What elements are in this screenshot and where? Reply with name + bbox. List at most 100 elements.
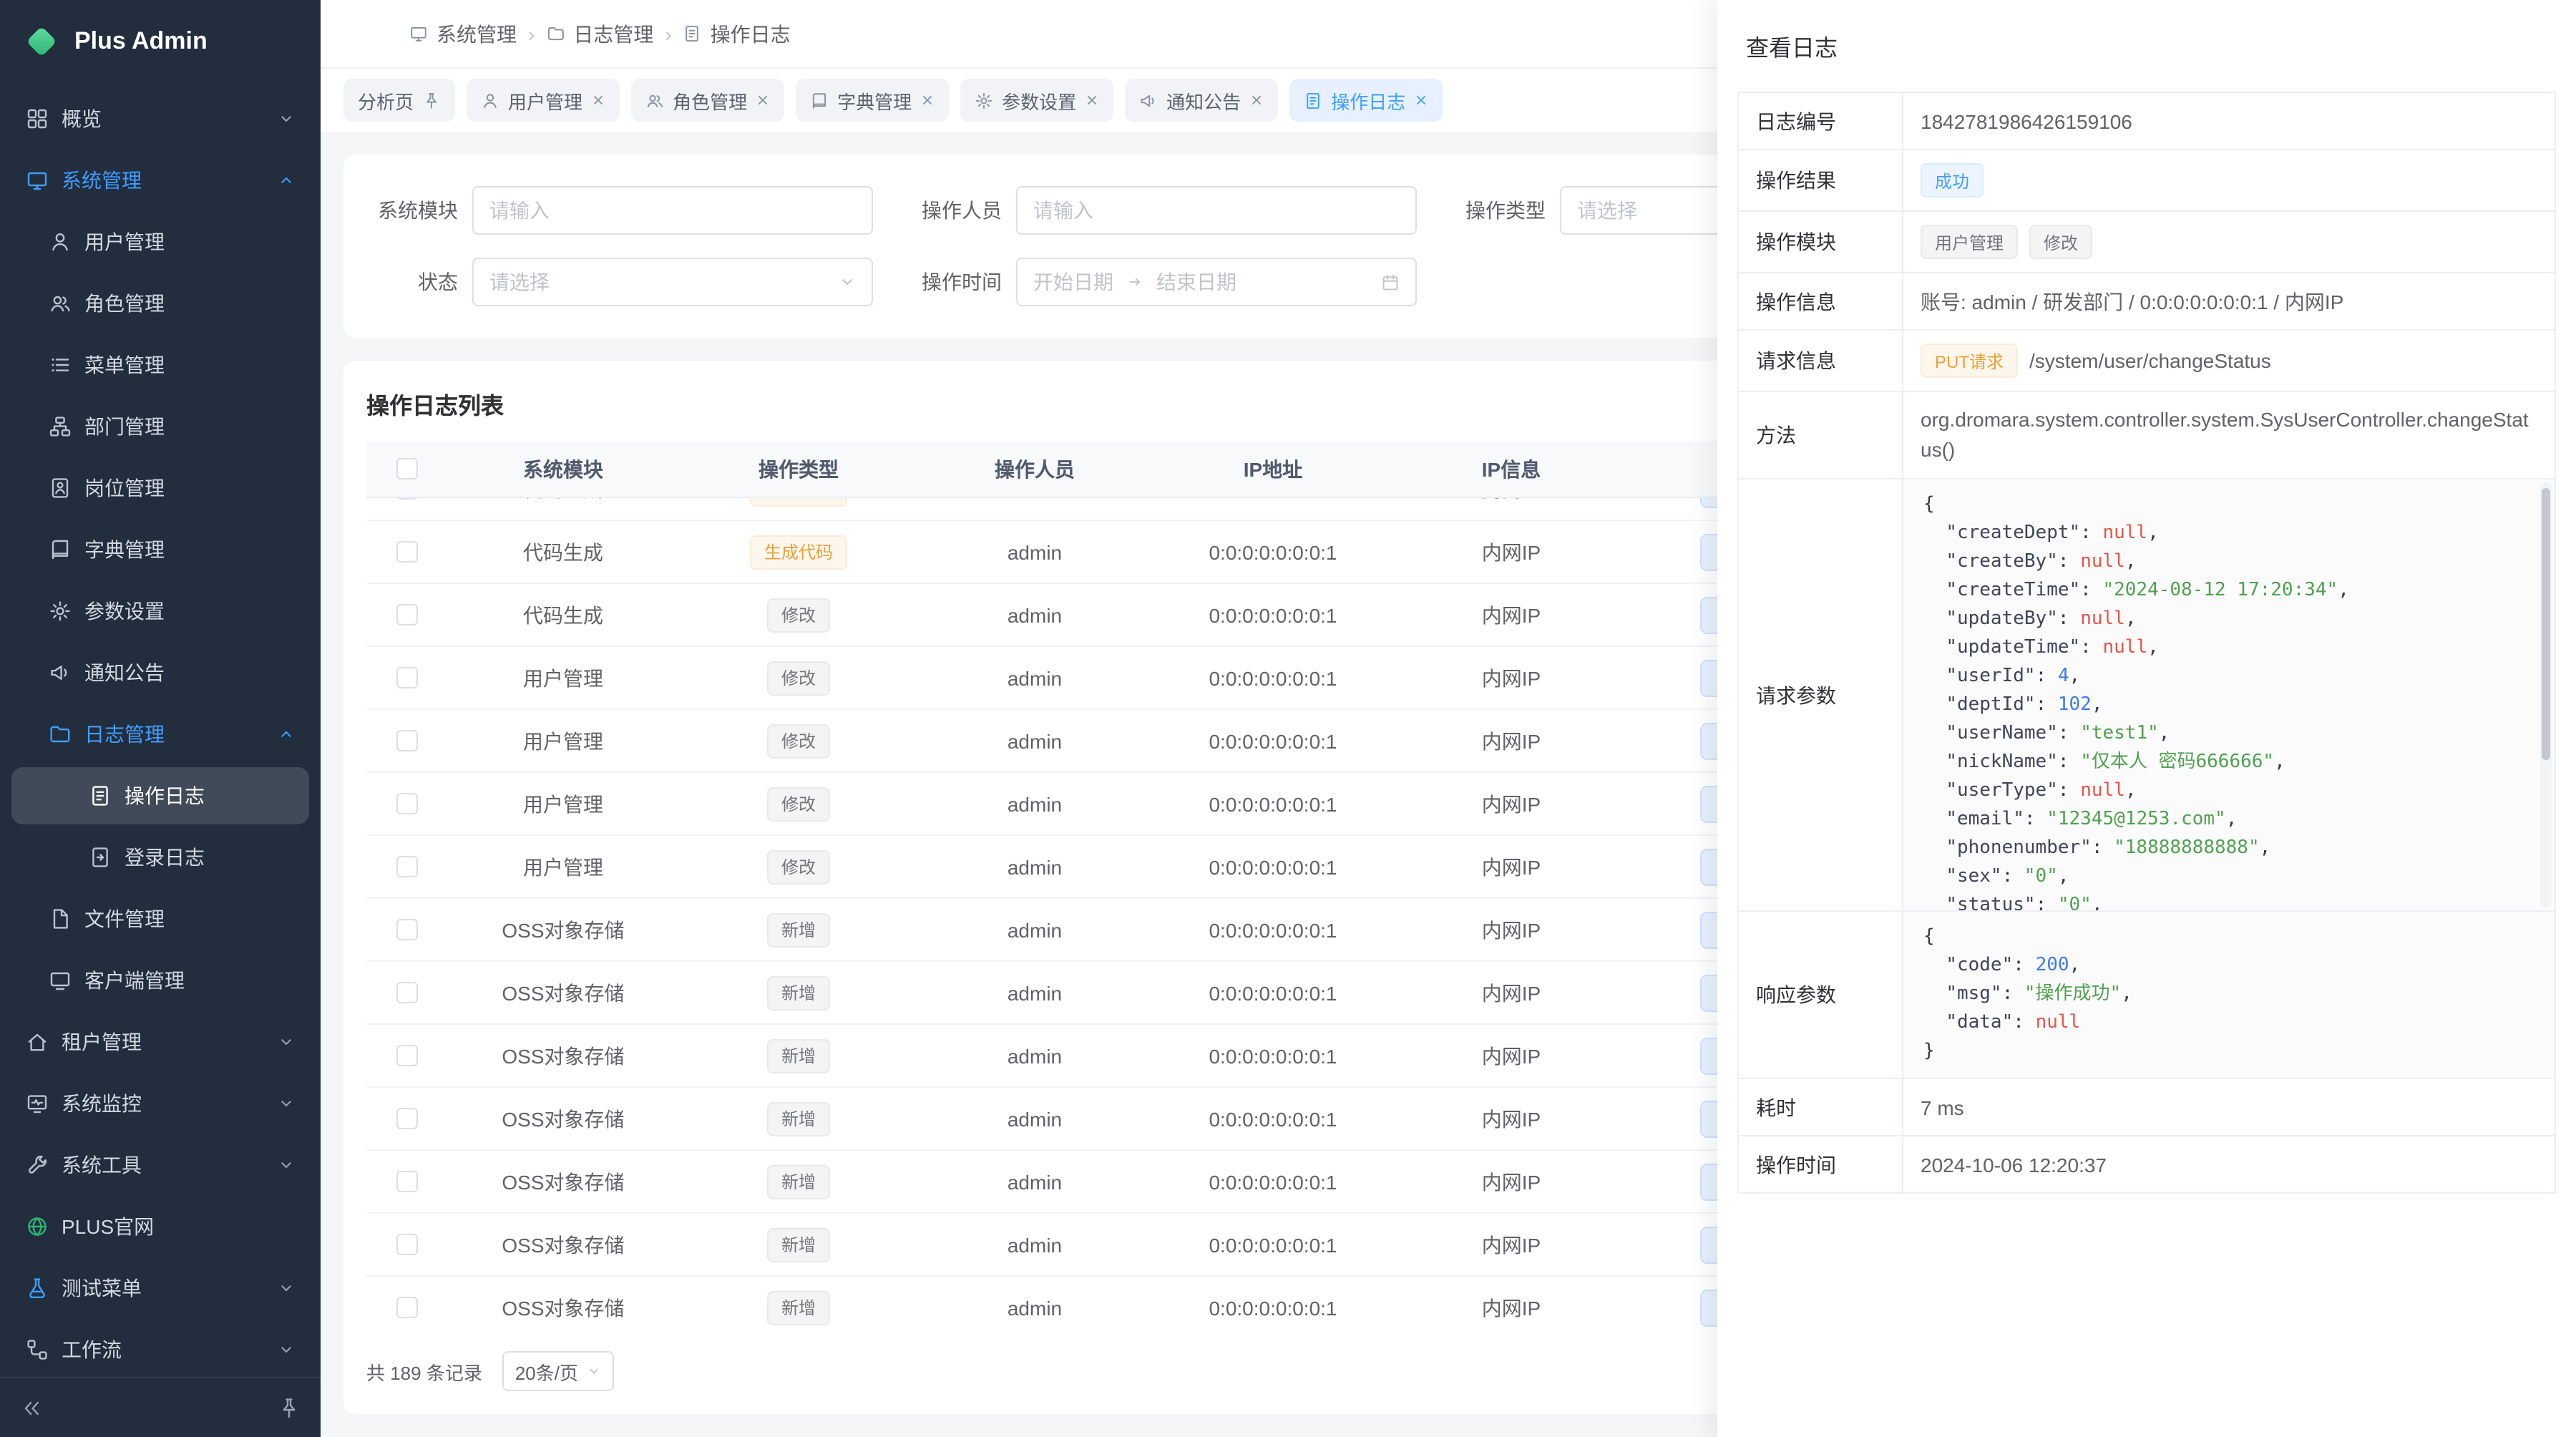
- sidebar-item-sys-tools[interactable]: 系统工具: [11, 1136, 309, 1194]
- row-checkbox[interactable]: [396, 1171, 417, 1192]
- operator-label: 操作人员: [910, 196, 1002, 225]
- sidebar-item-client-mgmt[interactable]: 客户端管理: [11, 952, 309, 1009]
- row-checkbox[interactable]: [396, 1045, 417, 1066]
- sidebar-item-post-mgmt[interactable]: 岗位管理: [11, 459, 309, 517]
- row-checkbox-cell: [366, 541, 447, 562]
- tab-close-icon[interactable]: [920, 93, 935, 107]
- module-input[interactable]: 请输入: [472, 186, 873, 235]
- breadcrumb-item[interactable]: 日志管理: [546, 19, 653, 48]
- tab-notice[interactable]: 通知公告: [1125, 79, 1278, 122]
- flow-icon: [26, 1338, 49, 1361]
- row-checkbox[interactable]: [396, 730, 417, 751]
- sidebar-item-label: 用户管理: [84, 228, 165, 256]
- row-checkbox[interactable]: [396, 919, 417, 940]
- cell-module: 用户管理: [447, 789, 680, 818]
- info-tag: 修改: [2029, 225, 2092, 259]
- close-icon[interactable]: [2507, 26, 2547, 66]
- tab-role[interactable]: 角色管理: [631, 79, 784, 122]
- end-date-placeholder: 结束日期: [1156, 268, 1236, 296]
- row-checkbox[interactable]: [396, 498, 417, 500]
- scrollbar-track[interactable]: [2540, 482, 2552, 907]
- sidebar-item-test-menu[interactable]: 测试菜单: [11, 1260, 309, 1317]
- op-type-tag: 修改: [767, 786, 830, 821]
- sidebar-item-param-set[interactable]: 参数设置: [11, 583, 309, 640]
- tab-dict[interactable]: 字典管理: [796, 79, 949, 122]
- collapse-sidebar-button[interactable]: [20, 1396, 43, 1419]
- sidebar-item-log-mgmt[interactable]: 日志管理: [11, 706, 309, 763]
- breadcrumb-item[interactable]: 系统管理: [409, 19, 517, 48]
- sidebar-item-oper-log[interactable]: 操作日志: [11, 767, 309, 824]
- code-line: "data": null: [1923, 1009, 2534, 1038]
- sidebar-item-workflow[interactable]: 工作流: [11, 1321, 309, 1377]
- breadcrumb-item[interactable]: 操作日志: [683, 19, 791, 48]
- tab-param[interactable]: 参数设置: [960, 79, 1113, 122]
- row-checkbox[interactable]: [396, 541, 417, 562]
- date-range-picker[interactable]: 开始日期 结束日期: [1016, 258, 1417, 306]
- row-checkbox[interactable]: [396, 793, 417, 814]
- tab-user[interactable]: 用户管理: [467, 79, 620, 122]
- sidebar-item-dept-mgmt[interactable]: 部门管理: [11, 398, 309, 455]
- tab-close-icon[interactable]: [591, 93, 605, 107]
- row-checkbox[interactable]: [396, 982, 417, 1003]
- cell-operator: admin: [917, 855, 1152, 878]
- code-line: "userType": null,: [1923, 777, 2534, 806]
- sidebar-item-plus-site[interactable]: PLUS官网: [11, 1198, 309, 1255]
- status-select[interactable]: 请选择: [472, 258, 873, 306]
- sidebar-item-tenant[interactable]: 租户管理: [11, 1013, 309, 1071]
- sidebar-item-file-mgmt[interactable]: 文件管理: [11, 890, 309, 948]
- field-value: { "code": 200, "msg": "操作成功", "data": nu…: [1903, 912, 2555, 1078]
- sidebar-item-menu-mgmt[interactable]: 菜单管理: [11, 336, 309, 394]
- sidebar-item-login-log[interactable]: 登录日志: [11, 829, 309, 886]
- code-line: "updateBy": null,: [1923, 605, 2534, 634]
- op-type-tag: 修改: [767, 724, 830, 758]
- sidebar-item-role-mgmt[interactable]: 角色管理: [11, 275, 309, 332]
- sidebar-item-label: 系统监控: [62, 1089, 142, 1118]
- menu-toggle-button[interactable]: [343, 11, 389, 57]
- sidebar-item-system[interactable]: 系统管理: [11, 152, 309, 209]
- row-checkbox[interactable]: [396, 1297, 417, 1318]
- select-all-checkbox[interactable]: [396, 458, 417, 479]
- row-checkbox[interactable]: [396, 667, 417, 688]
- cell-operator: admin: [917, 918, 1152, 941]
- tab-close-icon[interactable]: [1249, 93, 1264, 107]
- row-checkbox[interactable]: [396, 1108, 417, 1129]
- sidebar-item-sys-monitor[interactable]: 系统监控: [11, 1075, 309, 1132]
- code-line: "deptId": 102,: [1923, 691, 2534, 720]
- field-label: 操作时间: [1739, 1136, 1903, 1192]
- row-checkbox[interactable]: [396, 604, 417, 625]
- row-checkbox-cell: [366, 1234, 447, 1255]
- row-checkbox[interactable]: [396, 856, 417, 877]
- sidebar-item-dict-mgmt[interactable]: 字典管理: [11, 521, 309, 578]
- operator-input[interactable]: 请输入: [1016, 186, 1417, 235]
- cell-ip-address: 0:0:0:0:0:0:0:1: [1152, 603, 1394, 626]
- field-label: 耗时: [1739, 1079, 1903, 1135]
- sidebar-item-label: 角色管理: [84, 289, 165, 318]
- tab-analysis[interactable]: 分析页: [343, 79, 455, 122]
- cell-op-type: 新增: [680, 1101, 917, 1136]
- sidebar-item-label: 客户端管理: [84, 966, 185, 995]
- pin-sidebar-button[interactable]: [278, 1396, 301, 1419]
- sidebar-item-user-mgmt[interactable]: 用户管理: [11, 213, 309, 271]
- tab-close-icon[interactable]: [1414, 93, 1428, 107]
- sidebar-item-label: 岗位管理: [84, 474, 165, 502]
- cell-op-type: 修改: [680, 598, 917, 632]
- cell-op-type: 新增: [680, 1164, 917, 1199]
- cell-ip-address: 0:0:0:0:0:0:0:1: [1152, 729, 1394, 752]
- sidebar-item-notice-mgmt[interactable]: 通知公告: [11, 644, 309, 701]
- cell-ip-info: 内网IP: [1394, 498, 1629, 503]
- tab-close-icon[interactable]: [756, 93, 770, 107]
- sidebar-item-label: 通知公告: [84, 658, 165, 687]
- brand[interactable]: Plus Admin: [0, 0, 321, 83]
- warning-tag: PUT请求: [1921, 344, 2018, 378]
- cell-ip-info: 内网IP: [1394, 789, 1629, 818]
- scrollbar-thumb[interactable]: [2542, 488, 2550, 760]
- cell-operator: admin: [917, 603, 1152, 626]
- page-size-select[interactable]: 20条/页: [502, 1351, 614, 1391]
- total-records: 共 189 条记录: [366, 1358, 482, 1385]
- sidebar-item-overview[interactable]: 概览: [11, 90, 309, 147]
- field-value: 7 ms: [1903, 1079, 2555, 1135]
- row-checkbox[interactable]: [396, 1234, 417, 1255]
- cell-ip-address: 0:0:0:0:0:0:0:1: [1152, 855, 1394, 878]
- tab-close-icon[interactable]: [1085, 93, 1099, 107]
- tab-operlog[interactable]: 操作日志: [1289, 79, 1443, 122]
